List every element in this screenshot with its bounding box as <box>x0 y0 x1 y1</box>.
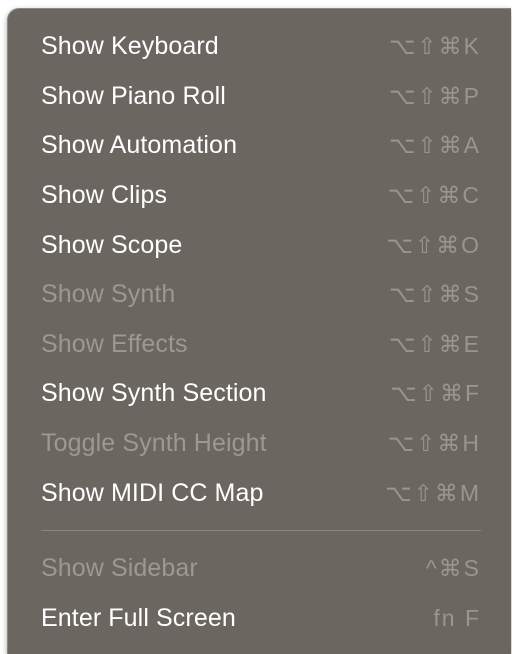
menu-item-label: Show Effects <box>41 329 188 358</box>
menu-item-shortcut: ⌥⇧⌘E <box>388 330 481 357</box>
menu-item-show-sidebar: Show Sidebar ^⌘S <box>8 544 511 594</box>
menu-item-show-piano-roll[interactable]: Show Piano Roll ⌥⇧⌘P <box>8 72 511 122</box>
menu-item-shortcut: ⌥⇧⌘C <box>387 182 481 209</box>
menu-item-shortcut: ⌥⇧⌘H <box>387 430 481 457</box>
menu-item-show-synth-section[interactable]: Show Synth Section ⌥⇧⌘F <box>8 369 511 419</box>
menu-item-show-midi-cc-map[interactable]: Show MIDI CC Map ⌥⇧⌘M <box>8 468 511 518</box>
menu-item-show-automation[interactable]: Show Automation ⌥⇧⌘A <box>8 121 511 171</box>
menu-item-shortcut: ⌥⇧⌘M <box>385 479 481 506</box>
menu-item-label: Show MIDI CC Map <box>41 478 264 507</box>
menu-item-shortcut: ⌥⇧⌘F <box>390 380 481 407</box>
menu-item-shortcut: fn F <box>433 604 481 631</box>
menu-item-show-scope[interactable]: Show Scope ⌥⇧⌘O <box>8 220 511 270</box>
menu-item-show-clips[interactable]: Show Clips ⌥⇧⌘C <box>8 171 511 221</box>
menu-item-shortcut: ⌥⇧⌘K <box>388 33 481 60</box>
view-menu: Show Keyboard ⌥⇧⌘K Show Piano Roll ⌥⇧⌘P … <box>7 8 511 654</box>
menu-item-label: Show Piano Roll <box>41 81 226 110</box>
menu-item-label: Show Scope <box>41 230 183 259</box>
menu-item-shortcut: ^⌘S <box>425 555 481 582</box>
menu-item-label: Show Clips <box>41 181 168 210</box>
menu-item-show-synth: Show Synth ⌥⇧⌘S <box>8 270 511 320</box>
menu-item-shortcut: ⌥⇧⌘O <box>386 231 481 258</box>
menu-item-label: Show Synth Section <box>41 379 267 408</box>
menu-item-label: Show Automation <box>41 131 238 160</box>
menu-separator <box>8 518 511 544</box>
menu-item-show-keyboard[interactable]: Show Keyboard ⌥⇧⌘K <box>8 22 511 72</box>
menu-item-shortcut: ⌥⇧⌘S <box>388 281 481 308</box>
menu-item-label: Show Keyboard <box>41 32 219 61</box>
menu-item-label: Enter Full Screen <box>41 603 236 632</box>
menu-item-show-effects: Show Effects ⌥⇧⌘E <box>8 320 511 370</box>
menu-item-shortcut: ⌥⇧⌘A <box>388 132 481 159</box>
menu-item-label: Show Synth <box>41 280 176 309</box>
menu-item-shortcut: ⌥⇧⌘P <box>388 82 481 109</box>
menu-item-label: Show Sidebar <box>41 554 198 583</box>
menu-item-label: Toggle Synth Height <box>41 429 267 458</box>
menu-item-toggle-synth-height: Toggle Synth Height ⌥⇧⌘H <box>8 419 511 469</box>
menu-item-enter-full-screen[interactable]: Enter Full Screen fn F <box>8 594 511 644</box>
